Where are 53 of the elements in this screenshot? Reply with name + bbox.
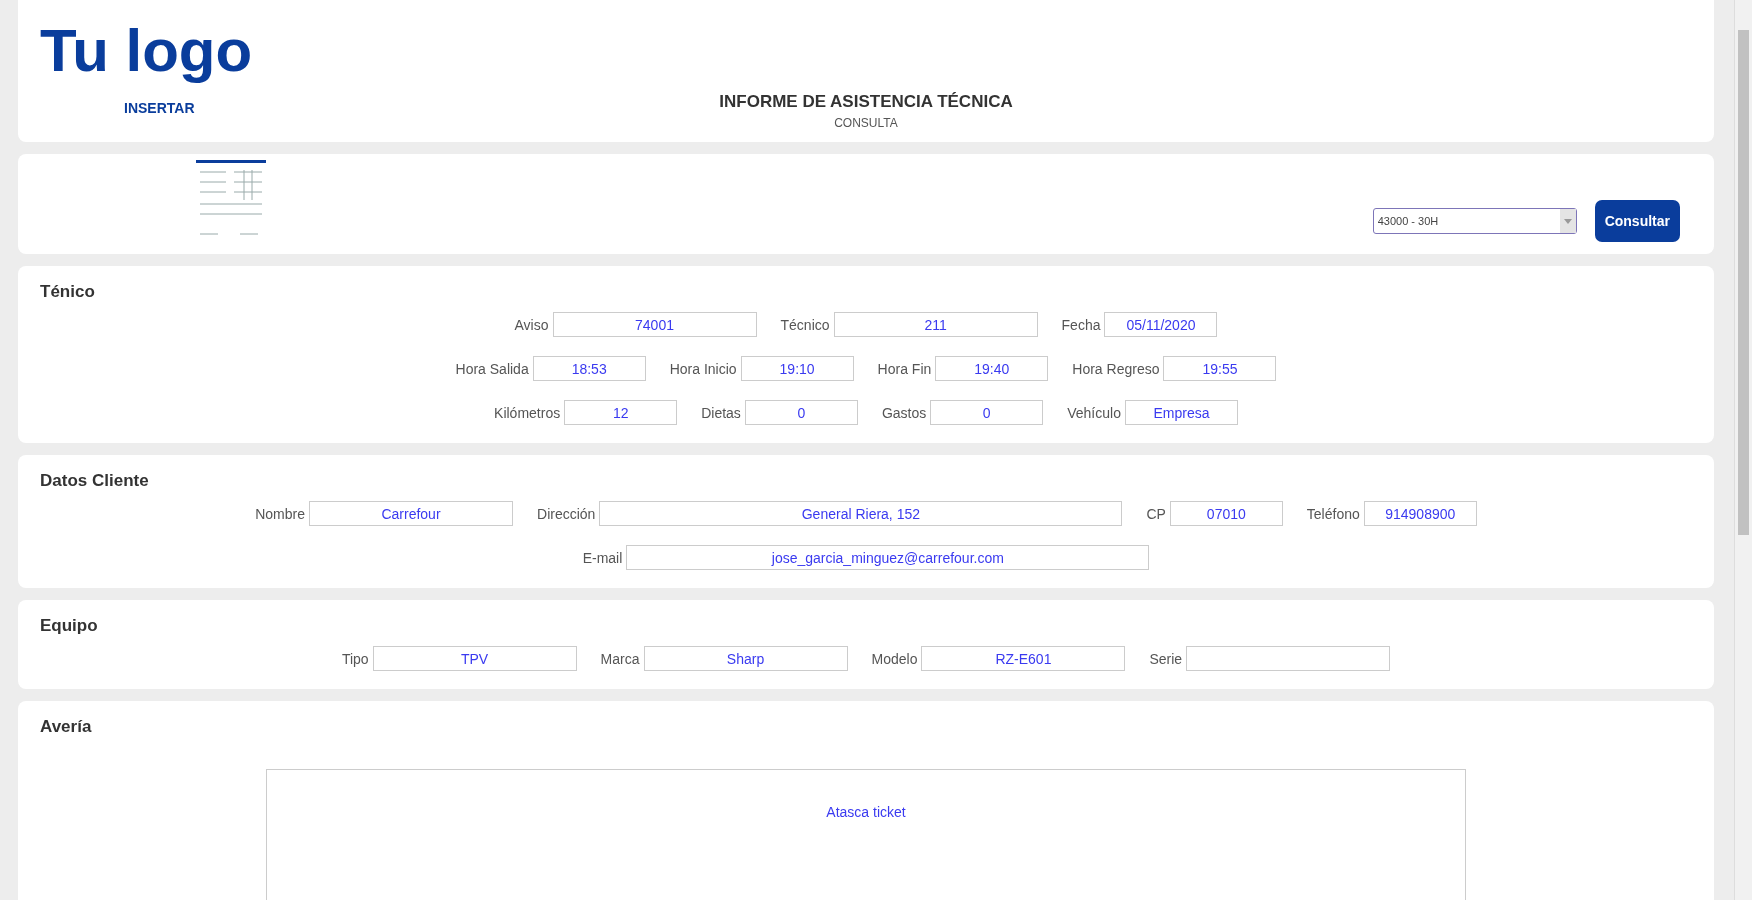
input-field[interactable]: Empresa (1124, 400, 1238, 425)
field-label: Aviso (514, 316, 549, 333)
field-label: Hora Regreso (1072, 360, 1160, 377)
report-subtitle: CONSULTA (834, 116, 898, 130)
field-label: Gastos (881, 404, 927, 421)
input-field[interactable]: jose_garcia_minguez@carrefour.com (626, 545, 1150, 570)
report-select[interactable]: 43000 - 30H (1372, 208, 1577, 234)
input-field[interactable]: General Riera, 152 (599, 501, 1123, 526)
input-field[interactable]: 0 (744, 400, 858, 425)
scrollbar[interactable] (1734, 0, 1752, 900)
caret-icon (1563, 218, 1572, 224)
field-label: Dietas (701, 404, 741, 421)
input-field[interactable]: 12 (564, 400, 678, 425)
field-label: Tipo (341, 650, 369, 667)
input-field[interactable]: 914908900 (1363, 501, 1477, 526)
field-label: Vehículo (1067, 404, 1121, 421)
input-field[interactable]: 18:53 (532, 356, 646, 381)
field-label: CP (1146, 505, 1166, 522)
field-label: Técnico (780, 316, 830, 333)
input-field[interactable]: 19:55 (1163, 356, 1277, 381)
input-field[interactable]: Carrefour (309, 501, 513, 526)
input-field[interactable]: 211 (833, 312, 1038, 337)
logo-text: Tu logo (40, 18, 253, 84)
input-field[interactable]: 0 (930, 400, 1044, 425)
field-label: Nombre (255, 505, 305, 522)
field-label: Serie (1149, 650, 1183, 667)
field-label: Teléfono (1306, 505, 1360, 522)
input-field[interactable]: 74001 (552, 312, 757, 337)
report-title: INFORME DE ASISTENCIA TÉCNICA (719, 92, 1013, 112)
field-label: Fecha (1061, 316, 1101, 333)
field-label: Modelo (871, 650, 918, 667)
field-label: Hora Fin (877, 360, 932, 377)
section-title: Equipo (40, 616, 98, 636)
input-field[interactable]: 05/11/2020 (1104, 312, 1218, 337)
field-label: Hora Inicio (669, 360, 737, 377)
section-title: Ténico (40, 282, 95, 302)
field-label: Kilómetros (494, 404, 561, 421)
input-field[interactable]: RZ-E601 (921, 646, 1126, 671)
field-label: Marca (600, 650, 640, 667)
insert-link[interactable]: INSERTAR (124, 100, 195, 116)
consult-button[interactable]: Consultar (1594, 200, 1680, 242)
section-title: Avería (40, 717, 92, 737)
fault-text-area[interactable]: Atasca ticket (266, 769, 1466, 900)
field-label: Hora Salida (455, 360, 529, 377)
field-label: Dirección (537, 505, 596, 522)
input-field[interactable] (1186, 646, 1391, 671)
input-field[interactable]: 19:40 (935, 356, 1049, 381)
field-label: E-mail (582, 549, 623, 566)
input-field[interactable]: 19:10 (740, 356, 854, 381)
section-title: Datos Cliente (40, 471, 149, 491)
input-field[interactable]: TPV (372, 646, 577, 671)
input-field[interactable]: Sharp (643, 646, 848, 671)
input-field[interactable]: 07010 (1169, 501, 1283, 526)
